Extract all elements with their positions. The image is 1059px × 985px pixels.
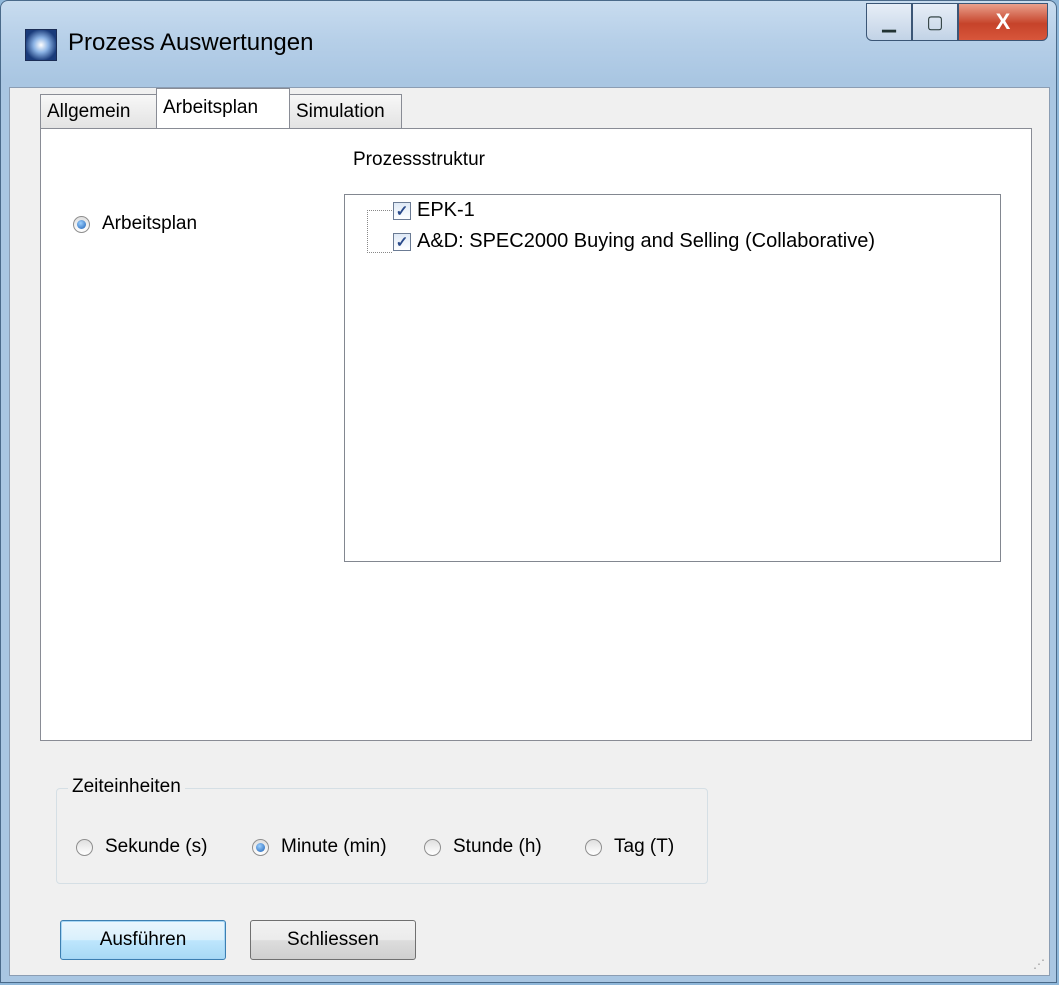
time-units-legend: Zeiteinheiten (68, 776, 185, 798)
minimize-button[interactable]: ▁ (866, 3, 912, 41)
tab-simulation[interactable]: Simulation (289, 94, 402, 128)
radio-unselected-icon (76, 838, 93, 856)
dialog-client-area: Allgemein Arbeitsplan Simulation Arbeits… (9, 87, 1050, 976)
caption-buttons: ▁ ▢ X (866, 3, 1048, 41)
tree-connector (367, 210, 392, 211)
tab-arbeitsplan[interactable]: Arbeitsplan (156, 88, 290, 128)
radio-tag[interactable]: Tag (T) (585, 836, 674, 858)
tree-node[interactable]: ✓ EPK-1 (393, 199, 475, 222)
checkbox-checked-icon[interactable]: ✓ (393, 201, 411, 220)
schliessen-button[interactable]: Schliessen (250, 920, 416, 960)
close-window-button[interactable]: X (958, 3, 1048, 41)
app-icon (25, 29, 57, 61)
ausfuehren-button[interactable]: Ausführen (60, 920, 226, 960)
radio-unselected-icon (424, 838, 441, 856)
radio-tag-label: Tag (T) (614, 836, 675, 857)
structure-label: Prozessstruktur (353, 149, 485, 170)
resize-grip-icon[interactable]: ⋰ (1033, 957, 1045, 971)
radio-unselected-icon (585, 838, 602, 856)
maximize-button[interactable]: ▢ (912, 3, 958, 41)
maximize-icon: ▢ (926, 11, 944, 32)
checkbox-checked-icon[interactable]: ✓ (393, 232, 411, 251)
arbeitsplan-radio-label: Arbeitsplan (102, 213, 198, 234)
tab-allgemein[interactable]: Allgemein (40, 94, 158, 128)
radio-sekunde-label: Sekunde (s) (105, 836, 208, 857)
tree-node-label: A&D: SPEC2000 Buying and Selling (Collab… (417, 230, 876, 252)
tree-node-label: EPK-1 (417, 199, 475, 221)
tab-panel-arbeitsplan: Arbeitsplan Prozessstruktur ✓ EPK-1 ✓ A&… (40, 128, 1032, 741)
radio-minute[interactable]: Minute (min) (252, 836, 387, 858)
tree-connector (367, 210, 368, 253)
radio-selected-icon (252, 838, 269, 856)
title-bar[interactable]: Prozess Auswertungen ▁ ▢ X (1, 1, 1056, 87)
radio-sekunde[interactable]: Sekunde (s) (76, 836, 207, 858)
radio-stunde[interactable]: Stunde (h) (424, 836, 542, 858)
radio-stunde-label: Stunde (h) (453, 836, 542, 857)
tree-connector (367, 252, 392, 253)
tree-node[interactable]: ✓ A&D: SPEC2000 Buying and Selling (Coll… (393, 230, 875, 253)
dialog-window: Prozess Auswertungen ▁ ▢ X Allgemein Arb… (0, 0, 1057, 983)
minimize-icon: ▁ (882, 11, 896, 32)
radio-minute-label: Minute (min) (281, 836, 387, 857)
radio-selected-icon (73, 215, 90, 233)
window-title: Prozess Auswertungen (68, 29, 314, 56)
process-structure-tree[interactable]: ✓ EPK-1 ✓ A&D: SPEC2000 Buying and Selli… (344, 194, 1001, 562)
close-icon: X (995, 9, 1011, 34)
arbeitsplan-radio[interactable]: Arbeitsplan (73, 213, 197, 235)
